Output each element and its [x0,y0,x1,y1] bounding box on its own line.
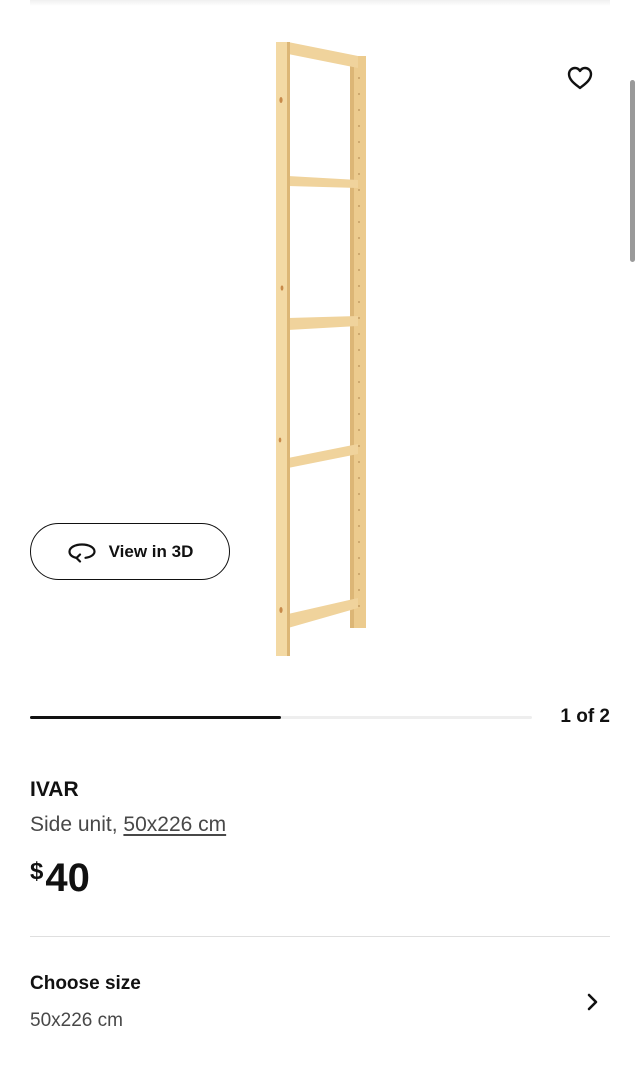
section-divider [30,936,610,937]
product-page: View in 3D 1 of 2 IVAR Side unit, 50x226… [0,0,639,1080]
selected-size-value: 50x226 cm [30,1010,123,1031]
product-description: Side unit, 50x226 cm [30,813,226,837]
product-name: IVAR [30,778,79,801]
heart-icon [567,66,593,90]
page-scrollbar[interactable] [630,80,635,262]
price-amount: 40 [45,856,90,900]
gallery-page-counter: 1 of 2 [560,706,610,727]
product-type: Side unit, [30,813,124,836]
product-measurement-link[interactable]: 50x226 cm [123,813,226,836]
gallery-progress-track [30,716,532,719]
view-in-3d-button[interactable]: View in 3D [30,523,230,580]
product-gallery[interactable]: View in 3D [0,0,639,690]
gallery-progress-fill [30,716,281,719]
price-currency: $ [30,858,44,885]
favorite-button[interactable] [564,62,596,94]
product-price: $ 40 [30,852,90,904]
view-in-3d-label: View in 3D [108,541,194,561]
chevron-right-icon [587,993,598,1011]
choose-size-title: Choose size [30,973,141,994]
product-image [276,42,366,656]
rotate-3d-icon [68,542,96,563]
choose-size-row[interactable]: Choose size 50x226 cm [0,960,639,1050]
